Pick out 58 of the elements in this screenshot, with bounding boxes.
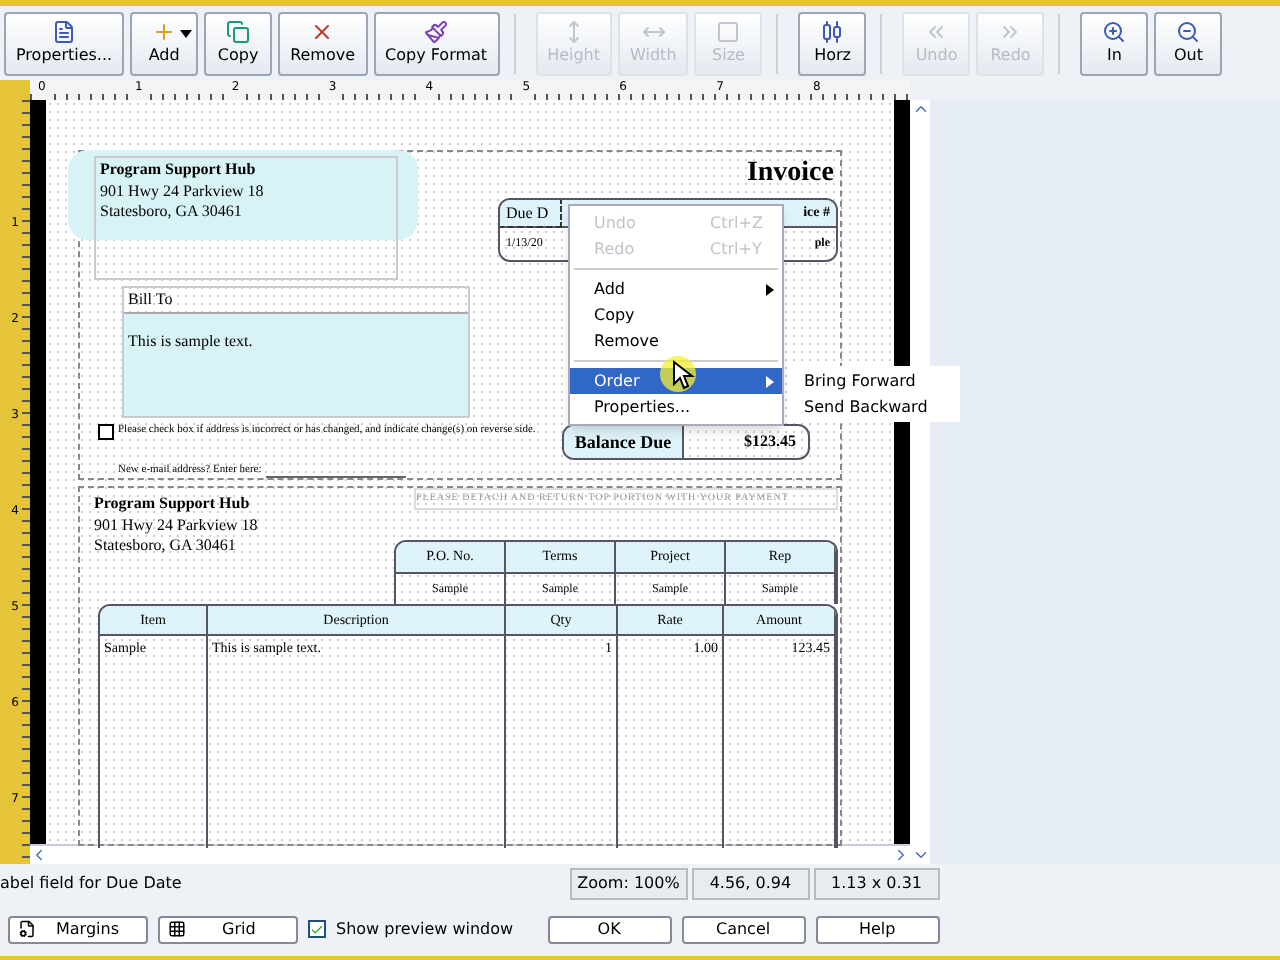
submenu-arrow-icon [766, 283, 774, 295]
toolbar-button[interactable]: Add [130, 11, 199, 75]
copy-icon [226, 20, 251, 44]
invoice-title: Invoice [746, 158, 834, 190]
menu-item[interactable]: Add [570, 276, 782, 302]
scroll-up-icon[interactable] [911, 100, 929, 118]
column-header[interactable]: Due D [500, 200, 560, 226]
checkbox[interactable] [308, 920, 326, 938]
status-message: abel field for Due Date [0, 871, 184, 895]
menu-item[interactable]: Copy [570, 302, 782, 328]
double-right-icon [998, 20, 1023, 44]
scroll-left-icon[interactable] [30, 846, 48, 864]
toolbar-button[interactable]: In [1080, 11, 1149, 75]
toolbar-button[interactable]: Horz [798, 11, 867, 75]
zoom-out-icon [1176, 20, 1201, 44]
document-icon [52, 20, 77, 44]
menu-item[interactable]: Send Backward [788, 394, 960, 420]
dialog-button[interactable]: OK [547, 915, 672, 943]
zoom-in-icon [1102, 20, 1127, 44]
checkbox[interactable] [98, 424, 114, 440]
menu-item[interactable]: Properties... [570, 394, 782, 420]
address-line: Statesboro, GA 30461 [94, 536, 238, 556]
company-name: Program Support Hub [94, 492, 252, 516]
size-status: 1.13 x 0.31 [813, 867, 940, 899]
margins-button[interactable]: Margins [8, 915, 148, 943]
toolbar-button[interactable]: Copy Format [373, 11, 500, 75]
scroll-down-icon[interactable] [911, 846, 929, 864]
page-icon [18, 920, 36, 938]
address-line: Statesboro, GA 30461 [100, 202, 244, 222]
checkbox-label: Show preview window [336, 917, 514, 941]
plus-icon [152, 20, 177, 44]
address-line: 901 Hwy 24 Parkview 18 [100, 182, 266, 202]
position-status: 4.56, 0.94 [691, 867, 810, 899]
toolbar-button[interactable]: Properties... [4, 11, 125, 75]
address-line: 901 Hwy 24 Parkview 18 [94, 516, 260, 536]
grid-icon [168, 920, 186, 938]
paintbrush-icon [424, 20, 449, 44]
double-left-icon [924, 20, 949, 44]
zoom-status: Zoom: 100% [569, 867, 688, 899]
grid-button[interactable]: Grid [158, 915, 298, 943]
balance-value: $123.45 [742, 430, 798, 454]
company-name: Program Support Hub [100, 158, 258, 182]
menu-item[interactable]: Bring Forward [788, 368, 960, 394]
horizontal-scrollbar[interactable] [30, 844, 910, 864]
bill-to-field: This is sample text. [124, 312, 468, 416]
scroll-right-icon[interactable] [892, 846, 910, 864]
square-icon [716, 20, 741, 44]
balance-label: Balance Due [564, 426, 684, 458]
bill-to-label: Bill To [126, 288, 175, 312]
menu-item[interactable]: Remove [570, 328, 782, 354]
dropdown-arrow-icon [180, 29, 193, 37]
dialog-button[interactable]: Cancel [681, 915, 806, 943]
toolbar-button[interactable]: Out [1154, 11, 1223, 75]
toolbar-button[interactable]: Remove [278, 11, 368, 75]
dialog-button[interactable]: Help [815, 915, 940, 943]
distribute-icon [820, 20, 845, 44]
close-icon [310, 20, 335, 44]
toolbar-button[interactable]: Copy [204, 11, 273, 75]
